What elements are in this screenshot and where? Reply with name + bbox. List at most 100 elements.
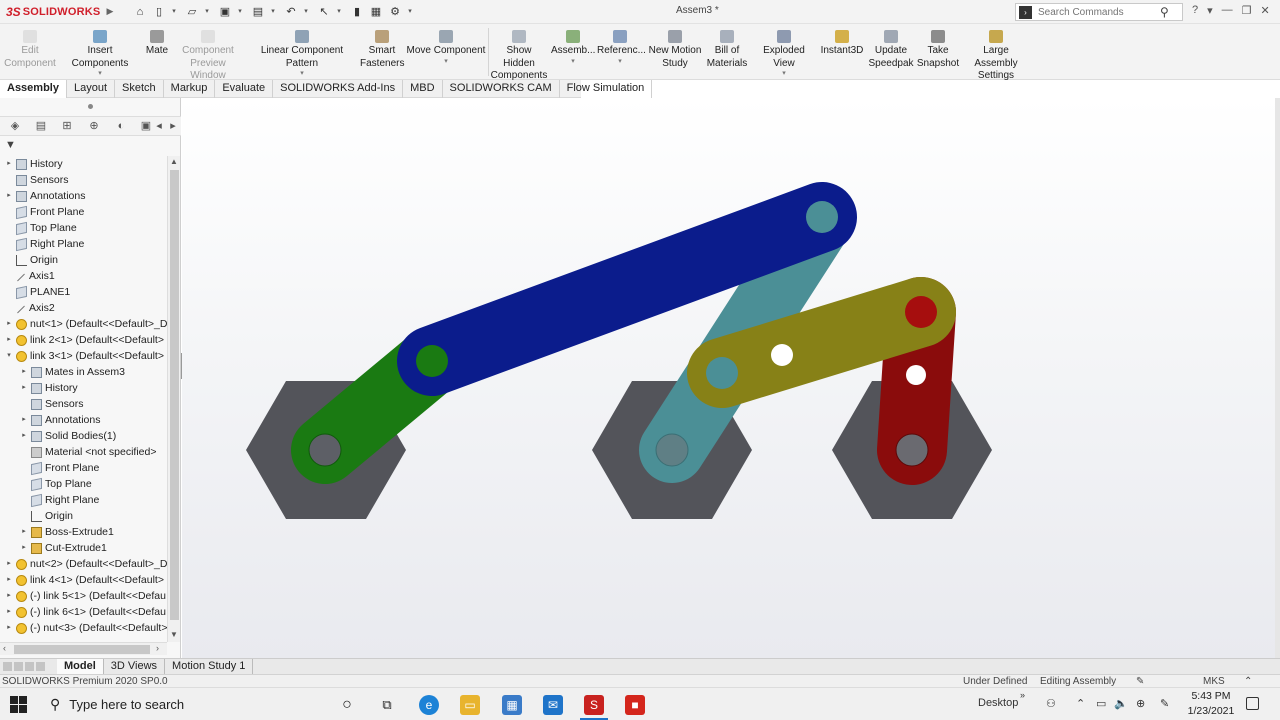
expand-icon[interactable]: ▸: [19, 540, 29, 556]
component-preview-button[interactable]: Component Preview Window: [172, 30, 244, 83]
bill-of-materials-button[interactable]: Bill of Materials: [706, 30, 748, 70]
last-tab-icon[interactable]: [36, 662, 45, 671]
chevron-down-icon[interactable]: ▾: [58, 70, 142, 78]
display-manager-tab-icon[interactable]: ◐: [114, 120, 128, 133]
tab-model[interactable]: Model: [57, 659, 104, 674]
cam-tab-icon[interactable]: ▣: [139, 120, 153, 133]
mail-icon[interactable]: ✉: [543, 695, 563, 715]
search-icon[interactable]: ⚲: [1160, 5, 1169, 19]
tray-overflow-icon[interactable]: ⌃: [1076, 697, 1085, 710]
tree-item[interactable]: ▸ Solid Bodies(1): [19, 428, 116, 444]
assembly-features-button[interactable]: Assemb... ▾: [551, 30, 595, 66]
chevron-down-icon[interactable]: ▾: [406, 4, 414, 20]
chevron-down-icon[interactable]: ▾: [170, 4, 178, 20]
chevron-down-icon[interactable]: ▾: [203, 4, 211, 20]
tab-layout[interactable]: Layout: [67, 80, 116, 98]
expand-icon[interactable]: ▸: [19, 364, 29, 380]
tree-item[interactable]: Front Plane: [4, 204, 84, 220]
show-hidden-components-button[interactable]: Show Hidden Components: [490, 30, 548, 83]
tree-item[interactable]: ▸ (-) link 5<1> (Default<<Defau: [4, 588, 166, 604]
select-cursor-icon[interactable]: ↖: [316, 4, 332, 20]
reference-geometry-button[interactable]: Referenc... ▾: [597, 30, 646, 66]
scroll-down-icon[interactable]: ▼: [170, 630, 178, 639]
new-document-icon[interactable]: ▯: [151, 4, 167, 20]
tab-addins[interactable]: SOLIDWORKS Add-Ins: [273, 80, 404, 98]
tree-item[interactable]: Right Plane: [4, 236, 84, 252]
expand-icon[interactable]: ▸: [4, 332, 14, 348]
expand-icon[interactable]: ▸: [4, 620, 14, 636]
tree-item[interactable]: Sensors: [4, 172, 69, 188]
search-input[interactable]: [1038, 6, 1158, 18]
next-tab-icon[interactable]: [25, 662, 34, 671]
filter-icon[interactable]: ▼: [5, 139, 16, 151]
taskbar-search[interactable]: ⚲ Type here to search: [50, 696, 184, 713]
chevron-left-icon[interactable]: ◂: [152, 120, 166, 133]
tree-item[interactable]: ▸ (-) nut<3> (Default<<Default>: [4, 620, 167, 636]
save-icon[interactable]: ▣: [217, 4, 233, 20]
chevron-down-icon[interactable]: ▾: [335, 4, 343, 20]
mate-button[interactable]: Mate: [144, 30, 170, 58]
feature-manager-tab-icon[interactable]: ◈: [8, 120, 22, 133]
chevron-down-icon[interactable]: ▾: [246, 70, 358, 78]
tree-item[interactable]: ▸ History: [4, 156, 62, 172]
solidworks-taskbar-icon[interactable]: S: [584, 695, 604, 715]
take-snapshot-button[interactable]: Take Snapshot: [916, 30, 960, 70]
chevron-down-icon[interactable]: ▾: [752, 70, 816, 78]
scroll-left-icon[interactable]: ‹: [3, 643, 6, 653]
store-icon[interactable]: ▦: [502, 695, 522, 715]
tree-item[interactable]: Axis1: [4, 268, 55, 284]
scroll-right-icon[interactable]: ›: [156, 643, 159, 653]
chevron-down-icon[interactable]: ▾: [236, 4, 244, 20]
volume-icon[interactable]: 🔈: [1114, 697, 1128, 710]
network-icon[interactable]: ⊕: [1136, 697, 1145, 710]
tree-item[interactable]: ▸ nut<2> (Default<<Default>_D: [4, 556, 167, 572]
minimize-button[interactable]: —: [1222, 4, 1233, 17]
expand-icon[interactable]: ▸: [4, 188, 14, 204]
tree-item[interactable]: Right Plane: [19, 492, 99, 508]
tree-item[interactable]: Top Plane: [4, 220, 77, 236]
close-button[interactable]: ✕: [1261, 4, 1270, 17]
collapse-icon[interactable]: ▾: [4, 348, 14, 364]
tree-item[interactable]: ▸ nut<1> (Default<<Default>_D: [4, 316, 167, 332]
tree-item[interactable]: ▸ Mates in Assem3: [19, 364, 125, 380]
property-manager-tab-icon[interactable]: ▤: [34, 120, 48, 133]
panel-grip[interactable]: [88, 104, 93, 109]
tree-item[interactable]: Origin: [19, 508, 73, 524]
tab-mbd[interactable]: MBD: [403, 80, 443, 98]
graphics-area[interactable]: [182, 98, 1280, 658]
chevron-down-icon[interactable]: ▾: [597, 58, 643, 66]
expand-icon[interactable]: ▸: [4, 556, 14, 572]
print-icon[interactable]: ▤: [250, 4, 266, 20]
expand-icon[interactable]: ▸: [4, 572, 14, 588]
tree-vertical-scrollbar[interactable]: ▲ ▼: [167, 156, 180, 642]
tree-item[interactable]: ▸ History: [19, 380, 77, 396]
instant3d-button[interactable]: Instant3D: [818, 30, 866, 58]
tree-item[interactable]: ▾ link 3<1> (Default<<Default>: [4, 348, 164, 364]
tree-item[interactable]: ▸ Annotations: [4, 188, 85, 204]
tab-sketch[interactable]: Sketch: [115, 80, 164, 98]
expand-icon[interactable]: ▸: [19, 428, 29, 444]
tree-item[interactable]: ▸ Boss-Extrude1: [19, 524, 114, 540]
expand-icon[interactable]: ▸: [19, 380, 29, 396]
tree-horizontal-scrollbar[interactable]: ‹ ›: [0, 642, 167, 655]
smart-fasteners-button[interactable]: Smart Fasteners: [360, 30, 404, 70]
update-speedpak-button[interactable]: Update Speedpak: [868, 30, 914, 70]
dimxpert-tab-icon[interactable]: ⊕: [87, 120, 101, 133]
prev-tab-icon[interactable]: [14, 662, 23, 671]
home-icon[interactable]: ⌂: [132, 4, 148, 20]
tree-item[interactable]: Sensors: [19, 396, 84, 412]
scrollbar-thumb[interactable]: [14, 645, 150, 654]
open-icon[interactable]: ▱: [184, 4, 200, 20]
insert-components-button[interactable]: Insert Components ▾: [58, 30, 142, 78]
expand-icon[interactable]: ▸: [4, 604, 14, 620]
expand-icon[interactable]: ▸: [4, 316, 14, 332]
edge-icon[interactable]: e: [419, 695, 439, 715]
chevron-down-icon[interactable]: ▾: [551, 58, 595, 66]
rebuild-icon[interactable]: ▮: [349, 4, 365, 20]
desktop-toolbar-label[interactable]: Desktop: [978, 697, 1018, 709]
tree-item[interactable]: ▸ Annotations: [19, 412, 100, 428]
undo-icon[interactable]: ↶: [283, 4, 299, 20]
help-icon[interactable]: ?: [1192, 4, 1198, 17]
tree-item[interactable]: Material <not specified>: [19, 444, 156, 460]
linear-pattern-button[interactable]: Linear Component Pattern ▾: [246, 30, 358, 78]
